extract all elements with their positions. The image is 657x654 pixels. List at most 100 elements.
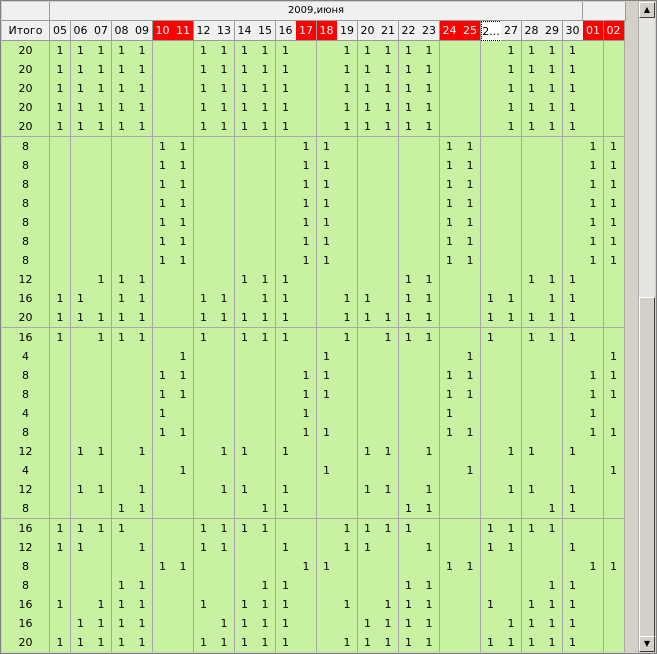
schedule-cell[interactable]: [91, 384, 112, 405]
schedule-cell[interactable]: [398, 212, 420, 233]
schedule-cell[interactable]: 1: [234, 594, 256, 615]
schedule-cell[interactable]: [173, 289, 194, 310]
schedule-cell[interactable]: [316, 537, 338, 558]
schedule-cell[interactable]: [316, 480, 338, 501]
schedule-cell[interactable]: [357, 403, 379, 424]
schedule-cell[interactable]: 1: [419, 480, 440, 501]
schedule-cell[interactable]: 1: [255, 117, 276, 138]
schedule-cell[interactable]: 1: [70, 117, 92, 138]
schedule-cell[interactable]: [255, 403, 276, 424]
schedule-cell[interactable]: 1: [193, 633, 215, 652]
schedule-cell[interactable]: [521, 155, 543, 176]
schedule-cell[interactable]: 1: [70, 518, 92, 539]
schedule-cell[interactable]: 1: [480, 308, 502, 329]
schedule-cell[interactable]: 1: [378, 327, 399, 348]
day-header-6[interactable]: 11: [173, 21, 194, 41]
schedule-cell[interactable]: 1: [562, 60, 584, 81]
schedule-cell[interactable]: 1: [521, 327, 543, 348]
schedule-cell[interactable]: [439, 442, 461, 463]
schedule-cell[interactable]: 1: [296, 365, 317, 386]
row-total[interactable]: 8: [2, 174, 50, 195]
schedule-cell[interactable]: [501, 594, 522, 615]
schedule-cell[interactable]: 1: [337, 308, 358, 329]
schedule-cell[interactable]: 1: [378, 60, 399, 81]
schedule-cell[interactable]: [111, 384, 133, 405]
schedule-cell[interactable]: [460, 79, 481, 100]
schedule-cell[interactable]: 1: [173, 136, 194, 157]
schedule-cell[interactable]: [460, 594, 481, 615]
schedule-cell[interactable]: [603, 499, 625, 520]
schedule-cell[interactable]: [173, 633, 194, 652]
schedule-cell[interactable]: 1: [70, 289, 92, 310]
schedule-cell[interactable]: [152, 537, 174, 558]
schedule-cell[interactable]: [132, 461, 153, 482]
schedule-cell[interactable]: [234, 384, 256, 405]
schedule-cell[interactable]: [398, 174, 420, 195]
schedule-cell[interactable]: [296, 98, 317, 119]
schedule-cell[interactable]: [50, 575, 71, 596]
schedule-cell[interactable]: [460, 614, 481, 634]
schedule-cell[interactable]: 1: [91, 327, 112, 348]
schedule-cell[interactable]: 1: [357, 41, 379, 61]
schedule-cell[interactable]: 1: [542, 594, 563, 615]
schedule-cell[interactable]: [214, 193, 235, 214]
schedule-cell[interactable]: [50, 136, 71, 157]
schedule-cell[interactable]: 1: [275, 60, 297, 81]
schedule-cell[interactable]: 1: [255, 518, 276, 539]
schedule-cell[interactable]: 1: [91, 41, 112, 61]
schedule-cell[interactable]: [193, 403, 215, 424]
schedule-cell[interactable]: 1: [378, 98, 399, 119]
schedule-cell[interactable]: 1: [193, 98, 215, 119]
row-total[interactable]: 8: [2, 251, 50, 272]
schedule-cell[interactable]: [603, 442, 625, 463]
schedule-cell[interactable]: [255, 480, 276, 501]
schedule-cell[interactable]: 1: [542, 614, 563, 634]
schedule-cell[interactable]: [316, 60, 338, 81]
schedule-cell[interactable]: 1: [419, 594, 440, 615]
schedule-cell[interactable]: 1: [70, 614, 92, 634]
schedule-cell[interactable]: [214, 556, 235, 577]
schedule-cell[interactable]: [398, 556, 420, 577]
schedule-cell[interactable]: 1: [542, 308, 563, 329]
schedule-cell[interactable]: [193, 575, 215, 596]
schedule-cell[interactable]: 1: [419, 442, 440, 463]
schedule-cell[interactable]: [521, 575, 543, 596]
schedule-cell[interactable]: 1: [316, 384, 338, 405]
schedule-cell[interactable]: [296, 594, 317, 615]
row-total[interactable]: 16: [2, 327, 50, 348]
schedule-cell[interactable]: 1: [542, 79, 563, 100]
schedule-cell[interactable]: 1: [173, 384, 194, 405]
schedule-cell[interactable]: [152, 633, 174, 652]
schedule-cell[interactable]: 1: [275, 327, 297, 348]
schedule-cell[interactable]: [378, 193, 399, 214]
schedule-cell[interactable]: [193, 442, 215, 463]
row-total[interactable]: 16: [2, 614, 50, 634]
schedule-cell[interactable]: [193, 155, 215, 176]
day-header-23[interactable]: 28: [521, 21, 543, 41]
schedule-cell[interactable]: [296, 346, 317, 367]
schedule-cell[interactable]: [173, 79, 194, 100]
schedule-cell[interactable]: 1: [378, 41, 399, 61]
schedule-cell[interactable]: [542, 365, 563, 386]
schedule-cell[interactable]: [275, 193, 297, 214]
schedule-cell[interactable]: [214, 232, 235, 252]
schedule-cell[interactable]: [357, 270, 379, 291]
row-total[interactable]: 8: [2, 232, 50, 252]
schedule-cell[interactable]: 1: [316, 346, 338, 367]
schedule-cell[interactable]: [357, 346, 379, 367]
schedule-cell[interactable]: [132, 346, 153, 367]
schedule-cell[interactable]: [255, 461, 276, 482]
schedule-cell[interactable]: [439, 308, 461, 329]
schedule-cell[interactable]: [562, 174, 584, 195]
schedule-cell[interactable]: 1: [275, 270, 297, 291]
schedule-cell[interactable]: [439, 614, 461, 634]
schedule-cell[interactable]: [378, 232, 399, 252]
schedule-cell[interactable]: [70, 155, 92, 176]
schedule-cell[interactable]: 1: [603, 556, 625, 577]
schedule-cell[interactable]: [50, 365, 71, 386]
schedule-cell[interactable]: 1: [111, 117, 133, 138]
schedule-cell[interactable]: [193, 461, 215, 482]
schedule-cell[interactable]: [296, 575, 317, 596]
schedule-cell[interactable]: [255, 232, 276, 252]
schedule-cell[interactable]: [316, 575, 338, 596]
